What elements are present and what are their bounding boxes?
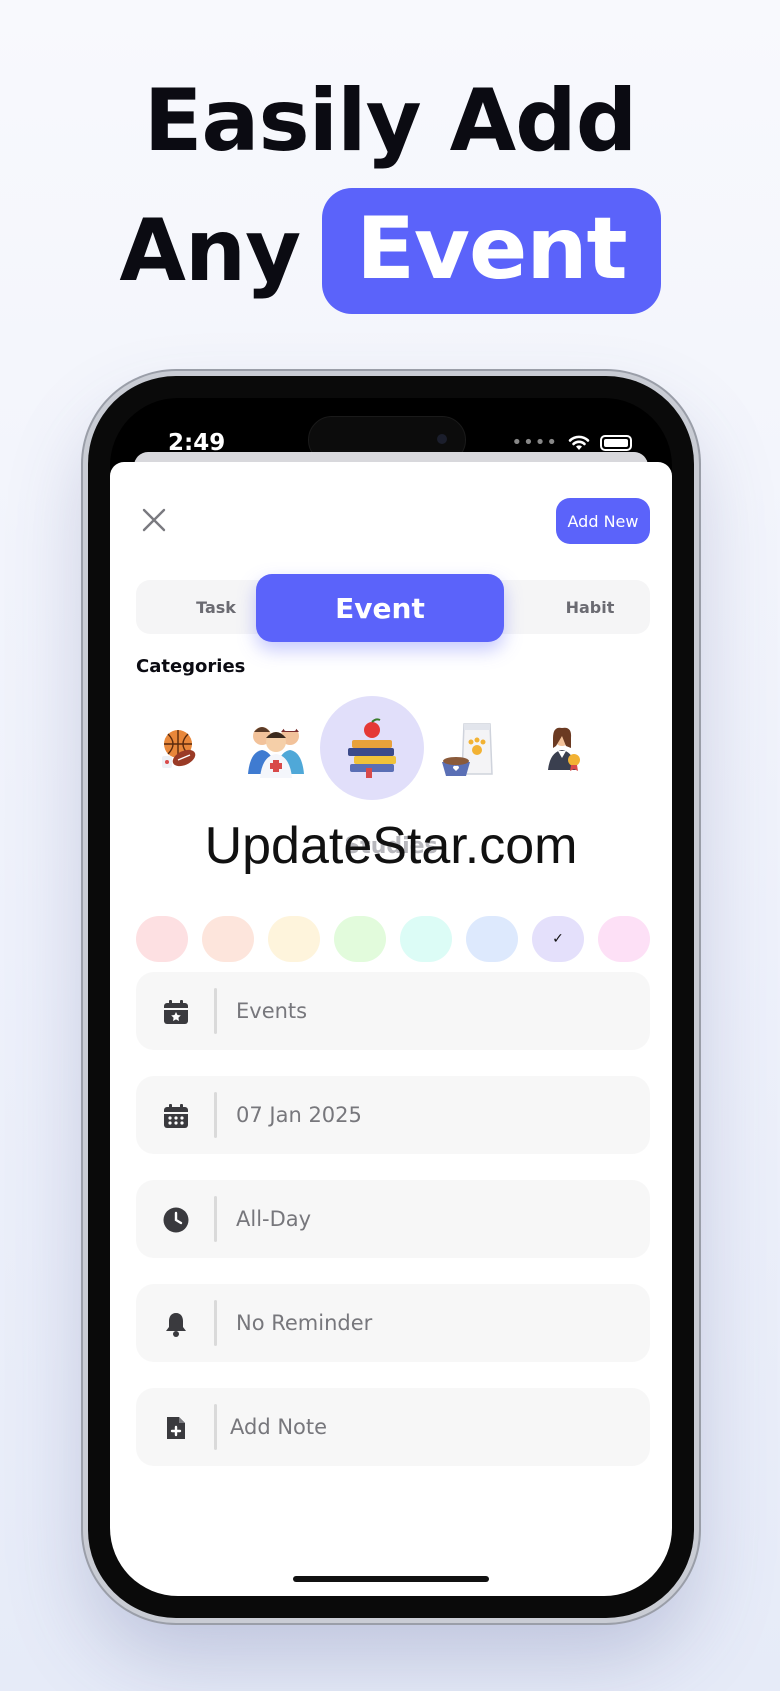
signal-icon: •••• xyxy=(511,432,558,453)
category-sports[interactable] xyxy=(128,696,232,800)
field-divider xyxy=(214,988,217,1034)
battery-icon xyxy=(600,434,632,451)
tab-habit[interactable]: Habit xyxy=(530,580,650,634)
field-divider xyxy=(214,1092,217,1138)
color-swatch-green[interactable] xyxy=(334,916,386,962)
add-new-button[interactable]: Add New xyxy=(556,498,650,544)
headline-line-2: Any Event xyxy=(0,188,780,314)
clock-icon xyxy=(163,1207,189,1233)
watermark-text: UpdateStar.com xyxy=(204,817,578,875)
note-field[interactable]: Add Note xyxy=(136,1388,650,1466)
category-studies[interactable] xyxy=(320,696,424,800)
field-divider xyxy=(214,1404,217,1450)
status-icons: •••• xyxy=(512,432,632,453)
event-title-field[interactable]: Events xyxy=(136,972,650,1050)
color-swatch-teal[interactable] xyxy=(400,916,452,962)
time-value: All-Day xyxy=(236,1207,312,1231)
phone-screen: 2:49 •••• Add New Task Habit Event Categ… xyxy=(110,398,672,1596)
headline: Easily Add Any Event xyxy=(0,78,780,314)
field-divider xyxy=(214,1300,217,1346)
reminder-field[interactable]: No Reminder xyxy=(136,1284,650,1362)
color-swatch-purple[interactable]: ✓ xyxy=(532,916,584,962)
add-note-icon xyxy=(167,1417,185,1439)
field-divider xyxy=(214,1196,217,1242)
medical-staff-icon xyxy=(248,726,304,778)
color-swatch-orange[interactable] xyxy=(202,916,254,962)
wifi-icon xyxy=(568,435,590,450)
category-achievement[interactable] xyxy=(512,696,616,800)
note-placeholder: Add Note xyxy=(230,1415,328,1439)
color-swatch-blue[interactable] xyxy=(466,916,518,962)
sports-balls-icon xyxy=(162,730,196,768)
color-swatches: ✓ xyxy=(136,916,650,962)
headline-prefix: Any xyxy=(119,201,301,301)
category-medical[interactable] xyxy=(224,696,328,800)
graduate-award-icon xyxy=(548,727,580,771)
reminder-value: No Reminder xyxy=(236,1311,373,1335)
headline-highlight: Event xyxy=(322,188,661,314)
home-indicator[interactable] xyxy=(293,1576,489,1582)
color-swatch-red[interactable] xyxy=(136,916,188,962)
category-pets[interactable] xyxy=(416,696,520,800)
event-title-value: Events xyxy=(236,999,308,1023)
studies-books-icon xyxy=(348,718,396,778)
color-swatch-pink[interactable] xyxy=(598,916,650,962)
tab-event[interactable]: Event xyxy=(256,574,504,642)
pet-food-icon xyxy=(442,723,493,776)
color-swatch-yellow[interactable] xyxy=(268,916,320,962)
date-field[interactable]: 07 Jan 2025 xyxy=(136,1076,650,1154)
close-icon[interactable] xyxy=(138,504,170,536)
date-value: 07 Jan 2025 xyxy=(236,1103,362,1127)
calendar-star-icon xyxy=(164,1000,188,1024)
headline-line-1: Easily Add xyxy=(143,71,638,171)
check-icon: ✓ xyxy=(552,931,564,947)
categories-title: Categories xyxy=(136,656,246,677)
add-sheet: Add New Task Habit Event Categories Stud… xyxy=(110,462,672,1596)
bell-icon xyxy=(166,1313,186,1337)
time-field[interactable]: All-Day xyxy=(136,1180,650,1258)
calendar-icon xyxy=(164,1104,188,1128)
camera-dot xyxy=(437,434,447,444)
phone-frame: 2:49 •••• Add New Task Habit Event Categ… xyxy=(88,376,694,1618)
